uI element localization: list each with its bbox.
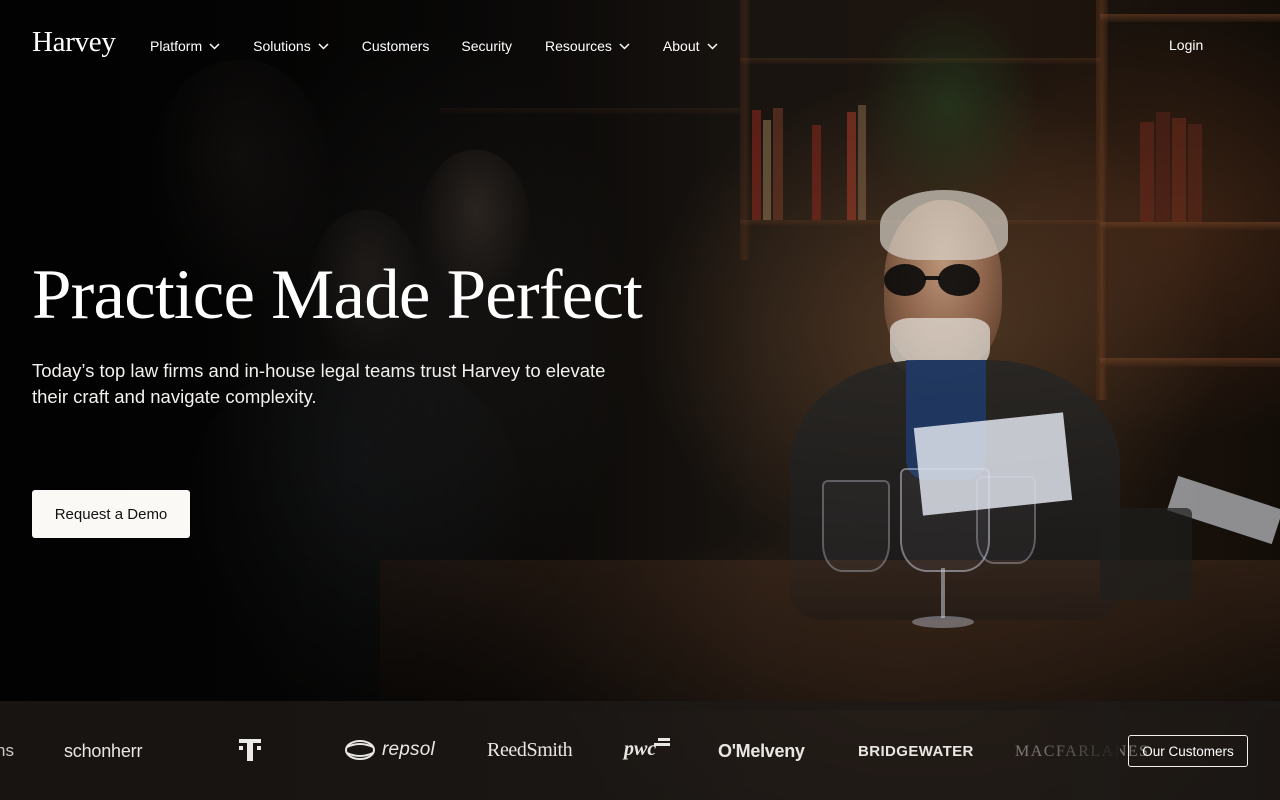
omelveny-logo: O'Melveny <box>718 741 805 761</box>
bridgewater-logo: BRIDGEWATER <box>858 743 974 760</box>
repsol-logo: repsol <box>344 738 435 762</box>
customer-logo-strip: ns schonherr T repsol ReedSmith pwc <box>0 701 1280 800</box>
book-row <box>1140 100 1240 222</box>
nav-item-resources[interactable]: Resources <box>545 38 630 54</box>
pwc-logo: pwc <box>624 737 670 763</box>
schonherr-logo: schonherr <box>64 741 143 761</box>
nav-item-about[interactable]: About <box>663 38 718 54</box>
nav-item-label: Platform <box>150 38 203 54</box>
partial-logo: ns <box>0 741 14 760</box>
water-glass <box>976 476 1036 564</box>
nav-item-label: Resources <box>544 38 612 54</box>
nav-item-label: About <box>662 38 700 54</box>
chevron-down-icon <box>706 42 718 50</box>
nav-item-label: Security <box>461 38 512 54</box>
telekom-logo: T <box>238 737 262 771</box>
pwc-logo-label: pwc <box>624 738 657 760</box>
pwc-icon <box>654 738 670 746</box>
nav-item-platform[interactable]: Platform <box>150 38 220 54</box>
strip-fade-overlay <box>1040 701 1120 800</box>
login-link[interactable]: Login <box>1169 37 1203 53</box>
nav-item-solutions[interactable]: Solutions <box>253 38 329 54</box>
hero-title: Practice Made Perfect <box>32 256 643 334</box>
hero-section: Harvey Platform Solutions Customers Secu… <box>0 0 1280 800</box>
nav-item-label: Customers <box>361 38 430 54</box>
our-customers-button[interactable]: Our Customers <box>1128 735 1248 767</box>
repsol-logo-label: repsol <box>382 739 435 760</box>
bookshelf-shelf <box>1100 222 1280 230</box>
seated-man-hair <box>880 190 1008 260</box>
glass-stem <box>941 568 945 618</box>
nav-item-label: Solutions <box>253 38 311 54</box>
nav-item-customers[interactable]: Customers <box>362 38 430 54</box>
repsol-icon <box>345 740 375 760</box>
request-demo-button[interactable]: Request a Demo <box>32 490 190 538</box>
chevron-down-icon <box>619 42 630 50</box>
seated-man-glasses <box>884 264 996 298</box>
glass-base <box>912 616 974 628</box>
pen-cup <box>1100 508 1192 600</box>
harvey-logo[interactable]: Harvey <box>32 28 116 57</box>
bookshelf-shelf <box>1100 358 1280 367</box>
reedsmith-logo: ReedSmith <box>487 739 573 761</box>
main-nav: Platform Solutions Customers Security Re… <box>150 37 718 55</box>
chevron-down-icon <box>318 42 329 50</box>
telekom-icon <box>239 739 261 761</box>
water-glass <box>822 480 890 572</box>
hero-subtitle: Today’s top law firms and in-house legal… <box>32 360 606 407</box>
site-header: Harvey Platform Solutions Customers Secu… <box>0 0 1280 90</box>
nav-item-security[interactable]: Security <box>461 38 512 54</box>
chevron-down-icon <box>209 42 220 50</box>
